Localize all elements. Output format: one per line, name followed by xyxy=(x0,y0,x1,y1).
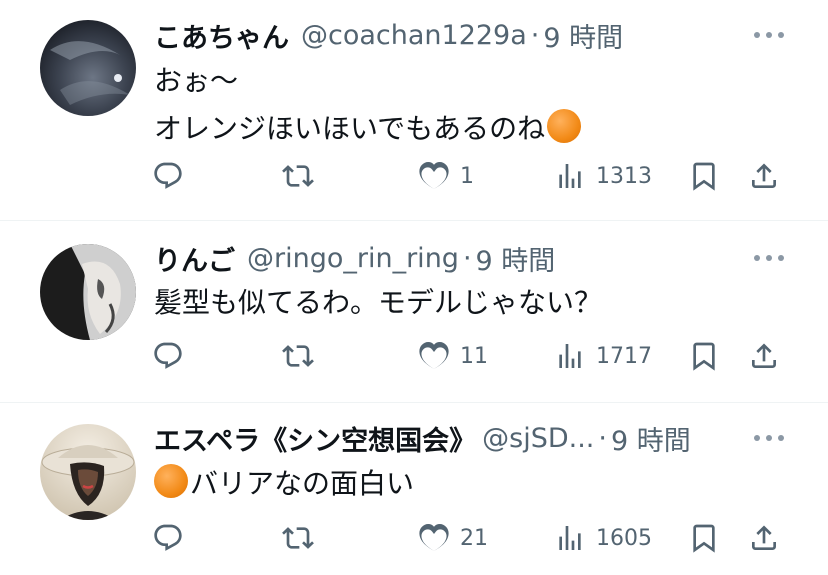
share-icon xyxy=(752,525,776,550)
bookmark-button[interactable] xyxy=(688,156,720,196)
repost-icon xyxy=(282,165,314,187)
timestamp[interactable]: 9 時間 xyxy=(543,16,623,55)
bookmark-button[interactable] xyxy=(688,336,720,376)
like-count: 21 xyxy=(460,525,488,551)
like-count: 1 xyxy=(460,163,474,189)
post-text: バリアなの面白い xyxy=(154,460,414,508)
post-text-line: オレンジほいほいでもあるのね xyxy=(154,105,583,153)
share-button[interactable] xyxy=(748,336,780,376)
like-button[interactable]: 21 xyxy=(418,518,488,558)
separator: · xyxy=(462,242,472,274)
bookmark-icon xyxy=(693,162,715,191)
post-text-segment: オレンジほいほいでもあるのね xyxy=(154,112,546,145)
timestamp[interactable]: 9 時間 xyxy=(476,239,556,278)
post-text-line: バリアなの面白い xyxy=(154,460,414,508)
heart-icon xyxy=(419,342,449,369)
orange-circle-emoji xyxy=(547,109,582,143)
bookmark-icon xyxy=(693,342,715,371)
author-handle[interactable]: @coachan1229a xyxy=(301,20,527,51)
post-2[interactable]: りんご @ringo_rin_ring · 9 時間 髪型も似てるわ。モデルじゃ… xyxy=(0,221,828,402)
avatar[interactable] xyxy=(40,20,136,116)
separator: · xyxy=(530,19,540,51)
views-button[interactable]: 1717 xyxy=(554,336,652,376)
more-icon[interactable] xyxy=(754,431,784,445)
share-icon xyxy=(752,343,776,368)
share-button[interactable] xyxy=(748,156,780,196)
post-header: こあちゃん @coachan1229a · 9 時間 xyxy=(154,15,623,55)
share-button[interactable] xyxy=(748,518,780,558)
heart-icon xyxy=(419,162,449,189)
views-icon xyxy=(559,526,581,550)
author-handle[interactable]: @sjSD... xyxy=(482,423,594,454)
post-header: エスペラ《シン空想国会》 @sjSD... · 9 時間 xyxy=(154,418,691,458)
author-name[interactable]: りんご xyxy=(154,239,235,278)
more-icon[interactable] xyxy=(754,251,784,265)
like-button[interactable]: 1 xyxy=(418,156,474,196)
more-icon[interactable] xyxy=(754,28,784,42)
reply-icon xyxy=(154,342,182,369)
reply-icon xyxy=(154,162,182,189)
post-header: りんご @ringo_rin_ring · 9 時間 xyxy=(154,238,555,278)
views-icon xyxy=(559,164,581,188)
post-3[interactable]: エスペラ《シン空想国会》 @sjSD... · 9 時間 バリアなの面白い 21… xyxy=(0,403,828,575)
separator: · xyxy=(598,422,607,454)
author-name[interactable]: エスペラ《シン空想国会》 xyxy=(154,419,476,458)
orange-circle-emoji xyxy=(154,464,188,498)
action-bar: 1 1313 xyxy=(152,156,792,196)
reply-button[interactable] xyxy=(152,336,184,376)
bookmark-button[interactable] xyxy=(688,518,720,558)
bookmark-icon xyxy=(693,524,715,553)
heart-icon xyxy=(419,524,449,551)
post-1[interactable]: こあちゃん @coachan1229a · 9 時間 おぉ〜 オレンジほいほいで… xyxy=(0,0,828,220)
reply-button[interactable] xyxy=(152,156,184,196)
like-button[interactable]: 11 xyxy=(418,336,488,376)
views-button[interactable]: 1313 xyxy=(554,156,652,196)
repost-button[interactable] xyxy=(282,518,314,558)
author-handle[interactable]: @ringo_rin_ring xyxy=(247,243,459,274)
action-bar: 11 1717 xyxy=(152,336,792,376)
repost-button[interactable] xyxy=(282,336,314,376)
repost-button[interactable] xyxy=(282,156,314,196)
author-name[interactable]: こあちゃん xyxy=(154,16,289,55)
post-text-segment: バリアなの面白い xyxy=(190,467,415,500)
post-text-line: 髪型も似てるわ。モデルじゃない？ xyxy=(154,286,603,319)
post-text: 髪型も似てるわ。モデルじゃない？ xyxy=(154,279,602,327)
views-count: 1605 xyxy=(596,525,652,551)
views-icon xyxy=(559,344,581,368)
action-bar: 21 1605 xyxy=(152,518,792,558)
repost-icon xyxy=(282,527,314,549)
views-count: 1717 xyxy=(596,343,652,369)
reply-button[interactable] xyxy=(152,518,184,558)
timestamp[interactable]: 9 時間 xyxy=(611,419,691,458)
reply-icon xyxy=(154,524,182,551)
like-count: 11 xyxy=(460,343,488,369)
post-text: おぉ〜 オレンジほいほいでもあるのね xyxy=(154,57,583,153)
avatar[interactable] xyxy=(40,424,136,520)
share-icon xyxy=(752,163,776,188)
views-button[interactable]: 1605 xyxy=(554,518,652,558)
views-count: 1313 xyxy=(596,163,652,189)
post-text-line: おぉ〜 xyxy=(154,64,239,97)
avatar[interactable] xyxy=(40,244,136,340)
repost-icon xyxy=(282,345,314,367)
